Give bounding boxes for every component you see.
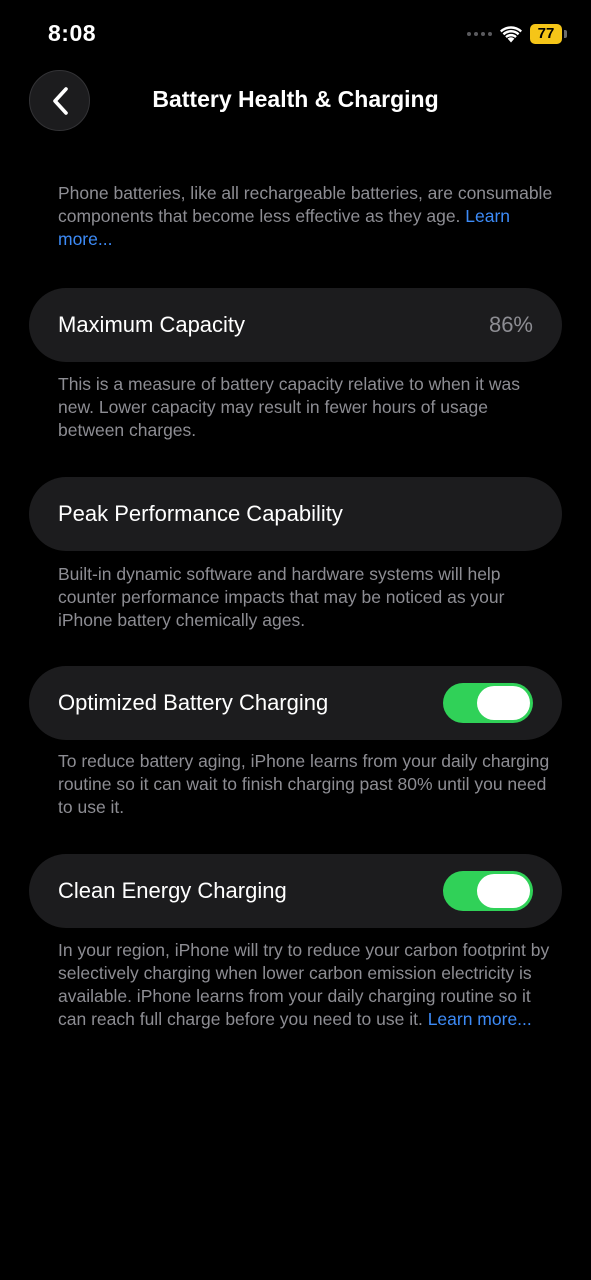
battery-icon: 77: [530, 24, 567, 44]
intro-text: Phone batteries, like all rechargeable b…: [58, 182, 558, 251]
signal-dots-icon: [467, 32, 492, 36]
clean-energy-footnote: In your region, iPhone will try to reduc…: [58, 939, 558, 1031]
page-title: Battery Health & Charging: [152, 86, 439, 112]
toggle-knob: [477, 686, 530, 720]
learn-more-link[interactable]: Learn more...: [428, 1009, 532, 1029]
status-time: 8:08: [48, 20, 97, 46]
maximum-capacity-footnote: This is a measure of battery capacity re…: [58, 374, 521, 440]
optimized-charging-toggle[interactable]: [443, 683, 533, 723]
peak-performance-label: Peak Performance Capability: [58, 501, 343, 526]
maximum-capacity-label: Maximum Capacity: [58, 312, 246, 337]
clean-energy-label: Clean Energy Charging: [58, 878, 287, 903]
wifi-icon: [500, 25, 522, 43]
optimized-charging-footnote: To reduce battery aging, iPhone learns f…: [58, 751, 550, 817]
clean-energy-toggle[interactable]: [443, 871, 533, 911]
optimized-charging-label: Optimized Battery Charging: [58, 690, 329, 715]
clean-energy-row: Clean Energy Charging: [29, 854, 562, 928]
peak-performance-row[interactable]: Peak Performance Capability: [29, 477, 562, 551]
maximum-capacity-row: Maximum Capacity 86%: [29, 288, 562, 362]
toggle-knob: [477, 874, 530, 908]
maximum-capacity-value: 86%: [488, 312, 533, 337]
battery-level: 77: [530, 24, 562, 44]
optimized-charging-row: Optimized Battery Charging: [29, 666, 562, 740]
status-icons: 77: [467, 24, 567, 44]
peak-performance-footnote: Built-in dynamic software and hardware s…: [58, 564, 505, 630]
status-bar: 8:08 77: [0, 0, 591, 70]
